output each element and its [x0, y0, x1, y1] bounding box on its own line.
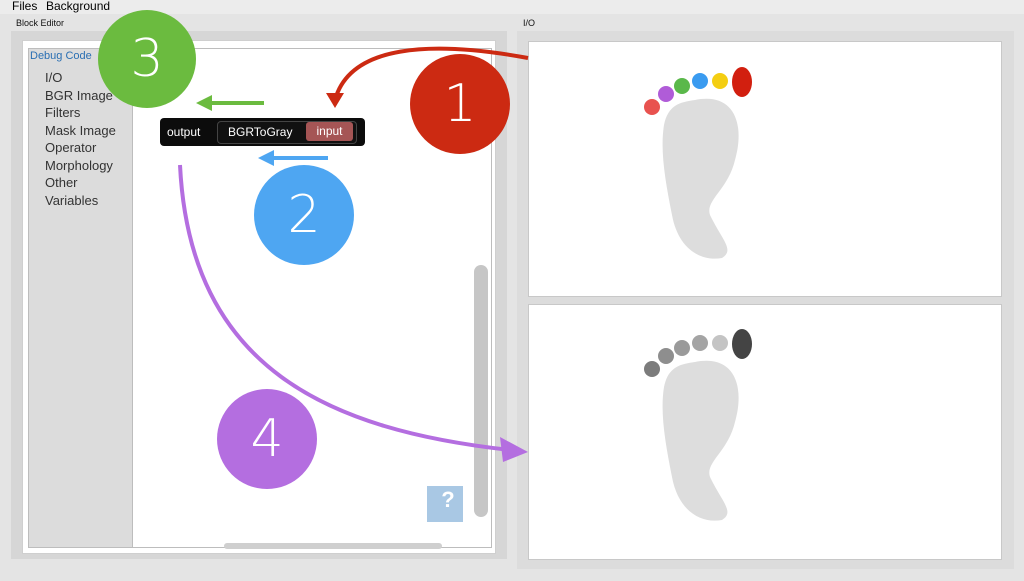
callout-1: 1: [410, 54, 510, 154]
help-icon[interactable]: ?: [433, 486, 463, 516]
toolbox-item-variables[interactable]: Variables: [45, 193, 98, 208]
toolbox-item-mask-image[interactable]: Mask Image: [45, 123, 116, 138]
toolbox-item-morphology[interactable]: Morphology: [45, 158, 113, 173]
block-editor-label: Block Editor: [16, 18, 65, 28]
menu-background[interactable]: Background: [46, 0, 110, 13]
toolbox-item-io[interactable]: I/O: [45, 70, 62, 85]
block-function-label: BGRToGray: [228, 125, 293, 139]
callout-2: 2: [254, 165, 354, 265]
workspace-horizontal-scrollbar[interactable]: [224, 543, 442, 549]
block-output-label: output: [167, 125, 201, 139]
input-image-pane: [528, 41, 1002, 297]
callout-4: 4: [217, 389, 317, 489]
toolbox-item-operator[interactable]: Operator: [45, 140, 96, 155]
workspace-vertical-scrollbar[interactable]: [474, 265, 488, 517]
block-input-slot[interactable]: input: [306, 122, 353, 141]
debug-code-link[interactable]: Debug Code: [30, 50, 92, 62]
toolbox-item-filters[interactable]: Filters: [45, 105, 80, 120]
callout-3: 3: [98, 10, 196, 108]
toolbox-item-bgr-image[interactable]: BGR Image: [45, 88, 113, 103]
menu-files[interactable]: Files: [12, 0, 37, 13]
toolbox-item-other[interactable]: Other: [45, 175, 78, 190]
io-label: I/O: [523, 18, 536, 28]
output-image-pane: [528, 304, 1002, 560]
